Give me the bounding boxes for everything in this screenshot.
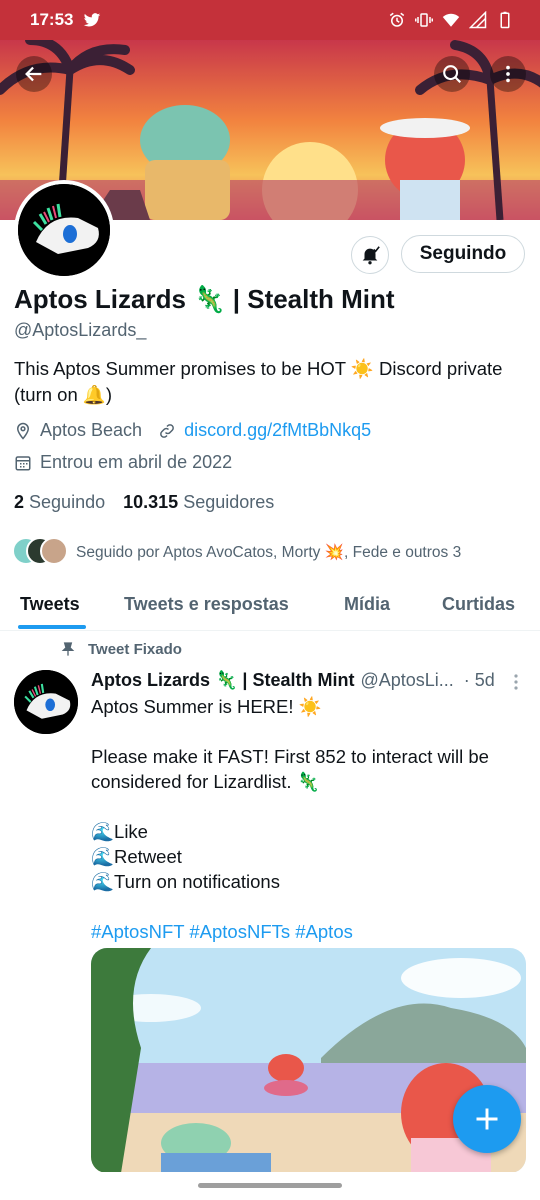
signal-icon <box>469 11 487 29</box>
plus-icon <box>476 1108 498 1130</box>
profile-joined-date: Entrou em abril de 2022 <box>40 452 233 472</box>
battery-icon <box>500 11 510 29</box>
compose-tweet-button[interactable] <box>453 1085 521 1153</box>
status-bar: 17:53 <box>0 0 540 40</box>
notifications-bell-button[interactable] <box>351 236 389 274</box>
more-options-button[interactable] <box>490 56 526 92</box>
vibrate-icon <box>415 13 433 27</box>
profile-meta-row: Aptos Beach discord.gg/2fMtBbNkq5 <box>14 420 371 441</box>
search-icon <box>443 65 461 83</box>
more-vertical-icon <box>506 65 510 83</box>
wifi-icon <box>442 13 460 27</box>
pinned-tweet-label: Tweet Fixado <box>88 640 182 658</box>
tab-tweets-and-replies[interactable]: Tweets e respostas <box>124 580 289 628</box>
active-tab-indicator <box>18 625 86 629</box>
tweet-header: Aptos Lizards 🦎 | Stealth Mint @AptosLi.… <box>91 670 531 691</box>
tweet-timestamp[interactable]: · 5d <box>464 670 495 691</box>
profile-name: Aptos Lizards 🦎 | Stealth Mint <box>14 284 395 314</box>
following-count: 2 <box>14 492 25 512</box>
profile-joined-row: Entrou em abril de 2022 <box>14 452 232 473</box>
profile-location: Aptos Beach <box>40 420 143 440</box>
status-time: 17:53 <box>30 10 74 29</box>
profile-avatar[interactable] <box>14 180 114 280</box>
calendar-icon <box>15 455 31 470</box>
following-label: Seguindo <box>29 492 106 512</box>
pin-icon <box>61 642 75 656</box>
tweet-author-name[interactable]: Aptos Lizards 🦎 | Stealth Mint <box>91 670 354 691</box>
bell-check-icon <box>362 246 380 265</box>
mutual-followers-avatars <box>12 537 68 567</box>
tweet-author-avatar[interactable] <box>14 670 78 734</box>
profile-tabs: Tweets Tweets e respostas Mídia Curtidas <box>0 580 540 631</box>
twitter-notification-icon <box>84 13 101 27</box>
profile-stats: 2 Seguindo 10.315 Seguidores <box>14 492 274 513</box>
following-button[interactable]: Seguindo <box>401 235 525 273</box>
location-pin-icon <box>16 422 30 440</box>
back-arrow-icon <box>25 66 42 82</box>
profile-bio: This Aptos Summer promises to be HOT ☀️ … <box>14 358 503 405</box>
tab-tweets[interactable]: Tweets <box>20 580 80 628</box>
followers-count: 10.315 <box>123 492 179 512</box>
followed-by-text: Seguido por Aptos AvoCatos, Morty 💥, Fed… <box>76 543 462 561</box>
following-stat[interactable]: 2 Seguindo <box>14 492 105 513</box>
pinned-tweet-label-row: Tweet Fixado <box>60 640 182 658</box>
tweet-body: Aptos Summer is HERE! ☀️ Please make it … <box>91 696 489 892</box>
alarm-icon <box>389 12 405 27</box>
followers-label: Seguidores <box>183 492 275 512</box>
tweet-text: Aptos Summer is HERE! ☀️ Please make it … <box>91 694 521 944</box>
link-icon <box>160 423 174 438</box>
tab-media[interactable]: Mídia <box>344 580 390 628</box>
tab-likes[interactable]: Curtidas <box>442 580 515 628</box>
back-button[interactable] <box>16 56 52 92</box>
profile-handle: @AptosLizards_ <box>14 320 147 340</box>
mutual-avatar-3 <box>40 537 68 565</box>
tweet-more-icon[interactable] <box>510 672 522 692</box>
home-gesture-pill[interactable] <box>198 1183 342 1188</box>
followed-by-row[interactable]: Seguido por Aptos AvoCatos, Morty 💥, Fed… <box>12 537 461 567</box>
tweet-hashtags[interactable]: #AptosNFT #AptosNFTs #Aptos <box>91 921 353 942</box>
tweet-author-handle[interactable]: @AptosLi... <box>360 670 453 691</box>
followers-stat[interactable]: 10.315 Seguidores <box>123 492 274 513</box>
search-button[interactable] <box>434 56 470 92</box>
profile-website-link[interactable]: discord.gg/2fMtBbNkq5 <box>184 420 371 441</box>
